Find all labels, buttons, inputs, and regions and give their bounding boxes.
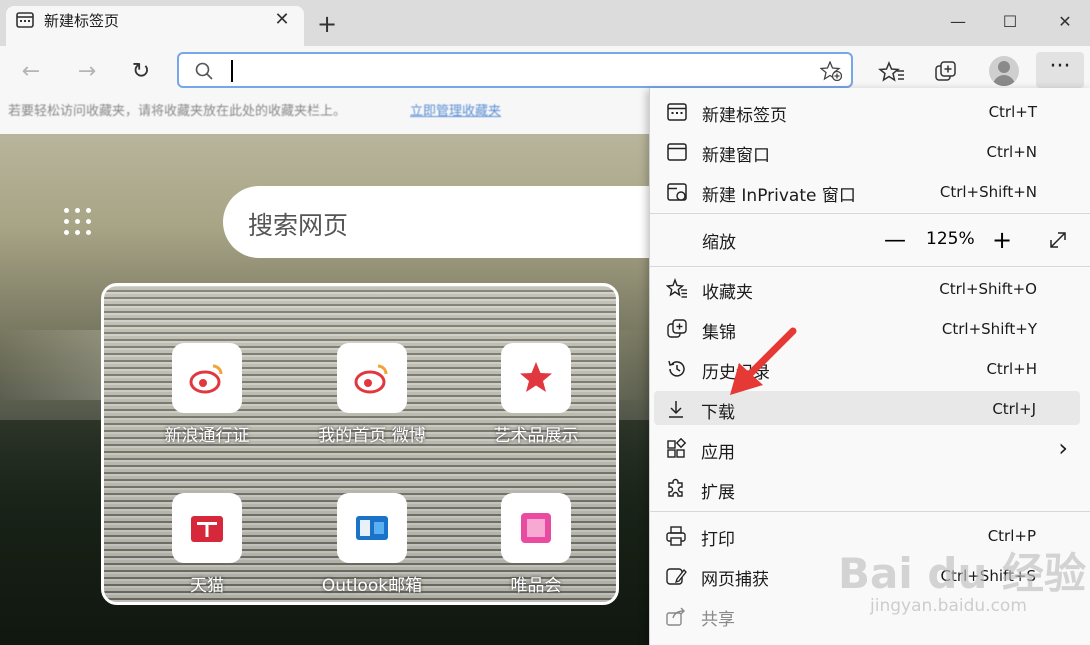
- menu-item-favorites[interactable]: 收藏夹 Ctrl+Shift+O: [650, 268, 1090, 308]
- new-tab-icon: [667, 103, 687, 121]
- menu-item-new-window[interactable]: 新建窗口 Ctrl+N: [650, 131, 1090, 171]
- quick-link-label: Outlook邮箱: [321, 576, 423, 596]
- menu-item-shortcut: Ctrl+Shift+Y: [941, 320, 1037, 338]
- maximize-button[interactable]: ☐: [990, 8, 1030, 36]
- extensions-icon: [668, 478, 683, 497]
- quick-link-label: 新浪通行证: [164, 426, 250, 446]
- collections-icon: [667, 319, 687, 338]
- menu-item-shortcut: Ctrl+Shift+N: [939, 183, 1037, 201]
- favorites-icon: [666, 278, 687, 298]
- manage-favorites-link[interactable]: 立即管理收藏夹: [410, 100, 501, 119]
- new-tab-page-icon: [16, 12, 34, 28]
- menu-item-label: 新建标签页: [702, 106, 787, 126]
- menu-item-label: 新建窗口: [702, 146, 770, 166]
- quick-link-tile[interactable]: [501, 493, 571, 563]
- menu-item-apps[interactable]: 应用 ›: [649, 428, 1090, 468]
- share-icon: [666, 607, 685, 626]
- vipshop-icon: [521, 513, 551, 543]
- tab-title: 新建标签页: [44, 12, 120, 30]
- fullscreen-icon[interactable]: [1047, 229, 1069, 251]
- apps-icon: [667, 438, 687, 458]
- menu-separator: [649, 511, 1090, 512]
- menu-item-label: 共享: [701, 610, 735, 630]
- quick-link-label: 艺术品展示: [493, 426, 579, 446]
- forward-button[interactable]: →: [74, 59, 100, 85]
- menu-item-label: 扩展: [701, 483, 735, 503]
- download-icon: [669, 401, 683, 418]
- menu-item-label: 缩放: [702, 233, 736, 253]
- app-launcher-icon[interactable]: [64, 208, 92, 236]
- quick-link-tile[interactable]: [172, 343, 242, 413]
- menu-item-shortcut: Ctrl+T: [988, 103, 1037, 121]
- quick-links-panel: 新浪通行证 我的首页 微博 艺术品展示 天猫 Outlook邮箱 唯品会: [101, 283, 619, 605]
- zoom-in-button[interactable]: +: [990, 226, 1014, 254]
- menu-item-new-inprivate[interactable]: 新建 InPrivate 窗口 Ctrl+Shift+N: [650, 171, 1090, 211]
- new-tab-button[interactable]: +: [314, 12, 340, 36]
- weibo-icon: [189, 364, 223, 394]
- menu-item-label: 收藏夹: [702, 283, 753, 303]
- minimize-button[interactable]: —: [938, 8, 978, 36]
- print-icon: [666, 526, 686, 546]
- star-logo-icon: [520, 362, 552, 392]
- menu-item-downloads[interactable]: 下载 Ctrl+J: [649, 388, 1090, 428]
- zoom-out-button[interactable]: —: [883, 228, 907, 253]
- watermark-logo: Bai du 经验: [838, 549, 1086, 598]
- back-button[interactable]: ←: [18, 59, 44, 85]
- page-search-placeholder: 搜索网页: [248, 211, 349, 240]
- watermark-url: jingyan.baidu.com: [870, 596, 1027, 616]
- refresh-button[interactable]: ↻: [128, 59, 154, 85]
- menu-item-label: 网页捕获: [701, 570, 769, 590]
- menu-item-shortcut: Ctrl+J: [992, 400, 1036, 418]
- menu-item-zoom: 缩放: [650, 218, 1090, 258]
- menu-item-history[interactable]: 历史记录 Ctrl+H: [650, 348, 1090, 388]
- menu-item-label: 打印: [701, 530, 735, 550]
- tab-close-icon[interactable]: ✕: [270, 8, 294, 32]
- menu-item-label: 新建 InPrivate 窗口: [702, 186, 856, 206]
- chevron-right-icon: ›: [1058, 434, 1068, 462]
- menu-item-shortcut: Ctrl+H: [986, 360, 1037, 378]
- quick-link-tile[interactable]: [501, 343, 571, 413]
- menu-item-shortcut: Ctrl+Shift+O: [939, 280, 1037, 298]
- menu-item-label: 下载: [701, 403, 735, 423]
- inprivate-icon: [667, 183, 687, 201]
- favorites-info-text: 若要轻松访问收藏夹，请将收藏夹放在此处的收藏夹栏上。: [8, 104, 347, 119]
- quick-link-label: 天猫: [190, 576, 224, 596]
- menu-item-extensions[interactable]: 扩展: [649, 468, 1090, 508]
- menu-item-collections[interactable]: 集锦 Ctrl+Shift+Y: [650, 308, 1090, 348]
- annotation-arrow-icon: [730, 327, 797, 395]
- add-favorite-icon[interactable]: [820, 61, 842, 81]
- outlook-icon: [356, 516, 388, 540]
- new-window-icon: [667, 143, 687, 161]
- quick-link-tile[interactable]: [172, 493, 242, 563]
- quick-link-tile[interactable]: [337, 343, 407, 413]
- menu-item-new-tab[interactable]: 新建标签页 Ctrl+T: [650, 91, 1090, 131]
- web-capture-icon: [666, 568, 687, 585]
- menu-item-label: 应用: [701, 443, 735, 463]
- close-window-button[interactable]: ✕: [1045, 8, 1085, 36]
- profile-avatar[interactable]: [989, 56, 1019, 86]
- text-caret: [231, 60, 233, 82]
- menu-separator: [650, 266, 1090, 267]
- quick-link-label: 唯品会: [510, 576, 562, 596]
- menu-separator: [650, 213, 1090, 214]
- quick-link-label: 我的首页 微博: [318, 426, 426, 446]
- history-icon: [668, 360, 685, 377]
- favorites-icon[interactable]: [878, 58, 906, 86]
- address-bar[interactable]: [177, 52, 853, 88]
- menu-item-shortcut: Ctrl+N: [986, 143, 1037, 161]
- quick-link-tile[interactable]: [337, 493, 407, 563]
- weibo-icon: [354, 364, 388, 394]
- search-icon: [195, 62, 213, 80]
- settings-more-button[interactable]: ···: [1036, 52, 1084, 88]
- tmall-icon: [191, 516, 223, 542]
- zoom-level: 125%: [926, 229, 975, 249]
- collections-icon[interactable]: [932, 58, 960, 86]
